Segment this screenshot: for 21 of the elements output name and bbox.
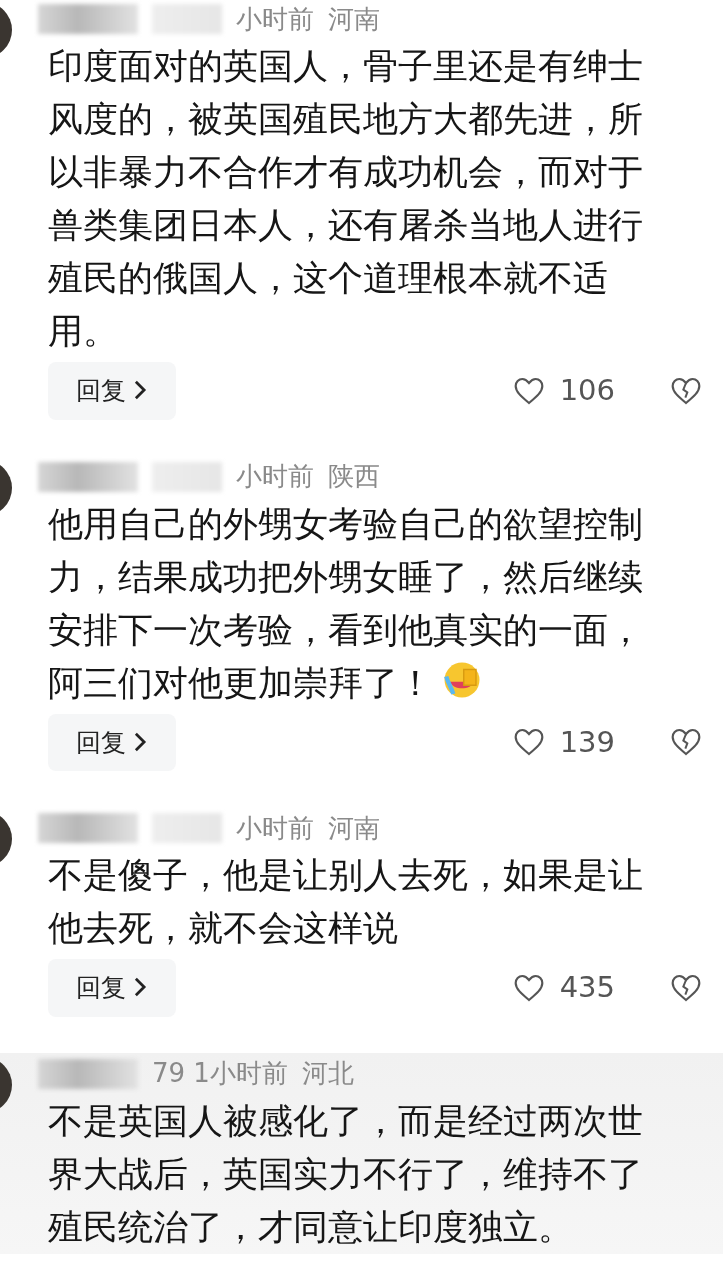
comment-time: 79 1小时前 — [152, 1057, 288, 1090]
like-count: 435 — [559, 969, 615, 1006]
like-count: 106 — [559, 372, 615, 409]
comment-time: 小时前 — [236, 460, 314, 493]
comment-text: 不是傻子，他是让别人去死，如果是让他去死，就不会这样说 — [48, 855, 643, 948]
reply-button[interactable]: 回复 — [48, 959, 176, 1017]
chevron-right-icon — [132, 976, 148, 998]
like-count: 139 — [559, 723, 615, 761]
comment-text: 不是英国人被感化了，而是经过两次世界大战后，英国实力不行了，维持不了殖民统治了，才同意让印度独立。 — [48, 1100, 643, 1247]
comment-text: 他用自己的外甥女考验自己的欲望控制力，结果成功把外甥女睡了，然后继续安排下一次考验，看到他真实的一面，阿三们对他更加崇拜了！ — [48, 503, 643, 703]
reply-button[interactable]: 回复 — [48, 713, 176, 771]
comment-text: 印度面对的英国人，骨子里还是有绅士风度的，被英国殖民地方大都先进，所以非暴力不合作才有成功机会，而对于兽类集团日本人，还有屠杀当地人进行殖民的俄国人，这个道理根本就不适用。 — [48, 46, 643, 351]
comment-location: 陕西 — [328, 460, 380, 493]
comment-location: 河南 — [328, 2, 380, 36]
reply-button[interactable]: 回复 — [48, 362, 176, 420]
chevron-right-icon — [132, 379, 148, 401]
comment-location: 河南 — [328, 811, 380, 845]
comment-location: 河北 — [301, 1057, 354, 1090]
chevron-right-icon — [132, 730, 148, 753]
comment-time: 小时前 — [236, 811, 314, 845]
comment-time: 小时前 — [236, 2, 314, 36]
